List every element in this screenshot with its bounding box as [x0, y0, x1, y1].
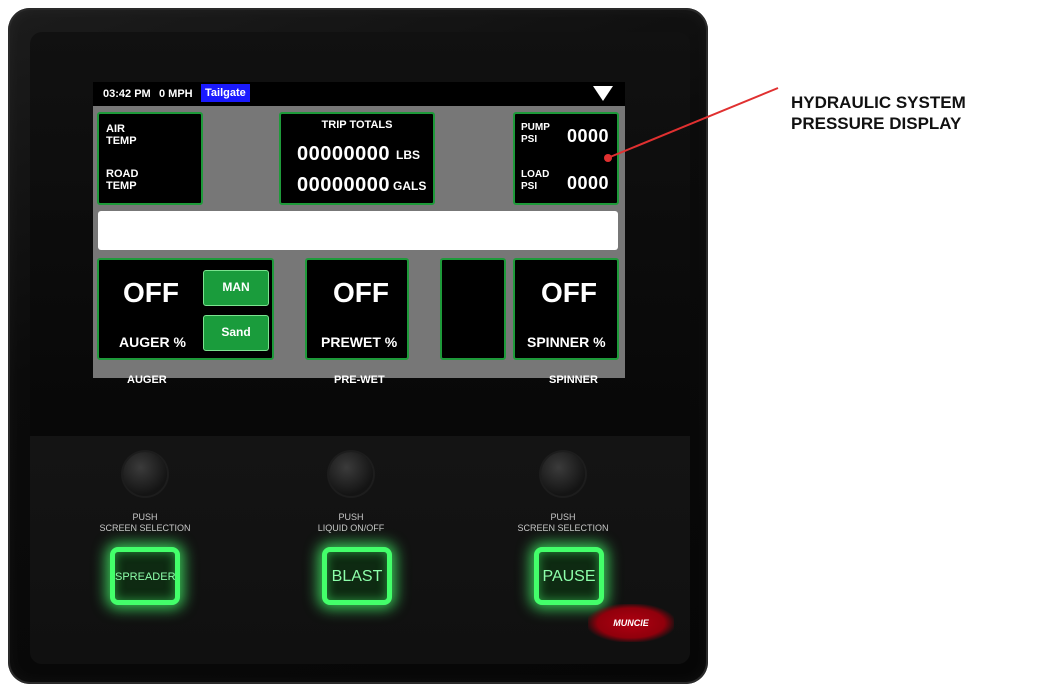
right-knob[interactable] [541, 452, 585, 496]
sand-material-button[interactable]: Sand [203, 315, 269, 351]
auger-label: AUGER % [119, 334, 186, 350]
spinner-state: OFF [541, 277, 597, 308]
speed-readout: 0 MPH [159, 88, 193, 100]
man-mode-button[interactable]: MAN [203, 270, 269, 306]
auger-state: OFF [123, 277, 179, 308]
empty-slot[interactable] [440, 258, 506, 360]
lbs-unit: LBS [396, 148, 420, 162]
status-bar: 03:42 PM 0 MPH Tailgate [93, 82, 625, 106]
spinner-label: SPINNER % [527, 334, 606, 350]
callout-leader-line [604, 87, 779, 162]
pump-psi-label: PUMP PSI [521, 122, 550, 145]
load-psi-value: 0000 [567, 173, 610, 193]
prewet-label: PREWET % [321, 334, 398, 350]
load-psi-label: LOAD PSI [521, 169, 550, 192]
air-temp-label: AIR TEMP [106, 123, 137, 147]
right-knob-label: PUSH SCREEN SELECTION [517, 512, 609, 533]
auger-caption: AUGER [127, 374, 167, 386]
gals-unit: GALS [393, 179, 427, 193]
temperature-panel[interactable]: AIR TEMP ROAD TEMP [97, 112, 203, 205]
display-screen: 03:42 PM 0 MPH Tailgate AIR TEMP ROAD TE… [93, 82, 625, 378]
left-knob[interactable] [123, 452, 167, 496]
spinner-caption: SPINNER [549, 374, 598, 386]
center-knob-label: PUSH LIQUID ON/OFF [317, 512, 385, 533]
gals-value: 00000000 [297, 174, 390, 196]
road-temp-label: ROAD TEMP [106, 168, 139, 192]
trip-totals-title: TRIP TOTALS [321, 119, 393, 131]
prewet-state: OFF [333, 277, 389, 308]
left-knob-label: PUSH SCREEN SELECTION [99, 512, 191, 533]
trip-totals-panel[interactable]: TRIP TOTALS 00000000 LBS 00000000 GALS [279, 112, 435, 205]
clock: 03:42 PM [103, 88, 151, 100]
callout-text: HYDRAULIC SYSTEM PRESSURE DISPLAY [791, 93, 966, 133]
tailgate-mode-badge[interactable]: Tailgate [201, 84, 250, 102]
center-knob[interactable] [329, 452, 373, 496]
spinner-panel[interactable]: OFF SPINNER % [513, 258, 619, 360]
message-bar [98, 211, 618, 250]
muncie-logo: MUNCIE [588, 604, 674, 642]
blast-button[interactable]: BLAST [322, 547, 392, 605]
prewet-panel[interactable]: OFF PREWET % [305, 258, 409, 360]
spreader-button[interactable]: SPREADER [110, 547, 180, 605]
lbs-value: 00000000 [297, 143, 390, 165]
prewet-caption: PRE-WET [334, 374, 385, 386]
pause-button[interactable]: PAUSE [534, 547, 604, 605]
auger-panel[interactable]: OFF AUGER % MAN Sand [97, 258, 274, 360]
